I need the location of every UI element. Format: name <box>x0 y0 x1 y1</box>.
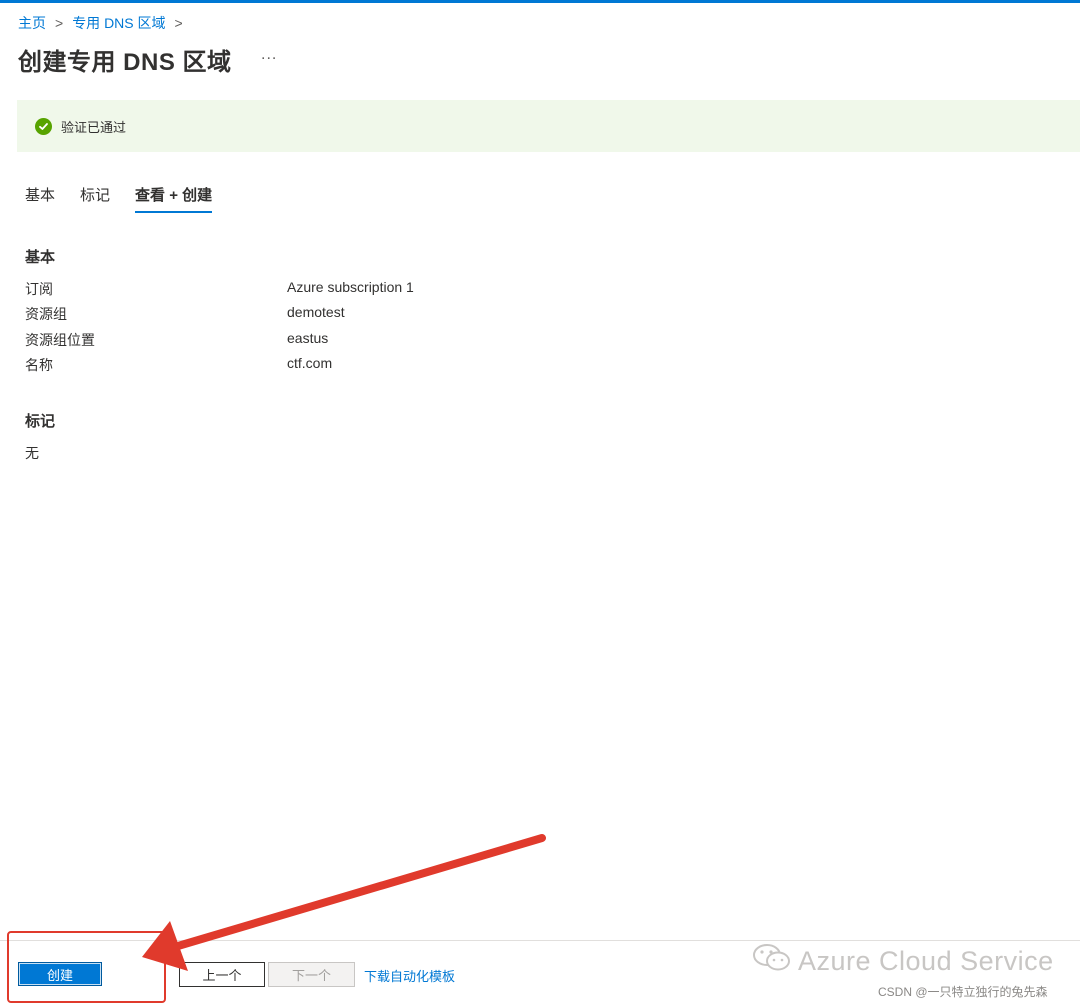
validation-banner: 验证已通过 <box>17 100 1080 152</box>
csdn-watermark: CSDN @一只特立独行的兔先森 <box>878 985 1048 999</box>
page-title: 创建专用 DNS 区域 <box>18 49 232 76</box>
breadcrumb-private-dns-link[interactable]: 专用 DNS 区域 <box>72 13 165 33</box>
summary-value: eastus <box>287 330 329 346</box>
annotation-highlight-box <box>7 931 166 1003</box>
more-options-button[interactable]: ... <box>261 46 277 64</box>
tags-section-title: 标记 <box>25 413 56 430</box>
tab-tags[interactable]: 标记 <box>80 184 110 213</box>
breadcrumb-separator: > <box>55 15 64 31</box>
summary-label: 资源组位置 <box>25 332 95 348</box>
watermark: Azure Cloud Service <box>752 942 1054 981</box>
breadcrumb-separator: > <box>174 15 183 31</box>
breadcrumb: 主页 > 专用 DNS 区域 > <box>18 13 192 33</box>
summary-label: 名称 <box>25 357 53 373</box>
tags-value: 无 <box>25 445 39 461</box>
breadcrumb-home-link[interactable]: 主页 <box>18 13 46 33</box>
previous-button[interactable]: 上一个 <box>179 962 265 987</box>
wizard-tabs: 基本 标记 查看 + 创建 <box>25 184 237 213</box>
summary-value: Azure subscription 1 <box>287 279 414 295</box>
basics-section-title: 基本 <box>25 249 56 266</box>
summary-label: 资源组 <box>25 306 67 322</box>
wechat-icon <box>752 942 792 981</box>
summary-value: demotest <box>287 304 345 320</box>
check-circle-icon <box>35 117 52 135</box>
tab-basics[interactable]: 基本 <box>25 184 55 213</box>
watermark-brand: Azure Cloud Service <box>798 946 1054 976</box>
next-button[interactable]: 下一个 <box>268 962 355 987</box>
summary-label: 订阅 <box>25 281 53 297</box>
download-template-link[interactable]: 下载自动化模板 <box>364 966 455 985</box>
summary-value: ctf.com <box>287 355 333 371</box>
tab-review-create[interactable]: 查看 + 创建 <box>135 184 213 213</box>
validation-message: 验证已通过 <box>61 119 127 135</box>
top-accent-bar <box>0 0 1080 3</box>
